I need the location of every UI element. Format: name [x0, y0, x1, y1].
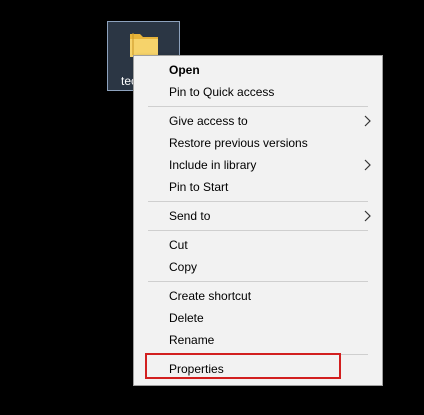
menu-item-pin-to-quick-access[interactable]: Pin to Quick access: [134, 81, 382, 103]
menu-item-label: Cut: [169, 238, 188, 252]
menu-item-label: Give access to: [169, 114, 248, 128]
menu-separator: [148, 230, 368, 231]
chevron-right-icon: [364, 115, 371, 127]
menu-separator: [148, 106, 368, 107]
menu-item-label: Copy: [169, 260, 198, 274]
menu-item-label: Include in library: [169, 158, 257, 172]
menu-item-label: Restore previous versions: [169, 136, 308, 150]
menu-item-label: Pin to Quick access: [169, 85, 275, 99]
menu-item-label: Send to: [169, 209, 211, 223]
menu-item-pin-to-start[interactable]: Pin to Start: [134, 176, 382, 198]
chevron-right-icon: [364, 159, 371, 171]
menu-item-rename[interactable]: Rename: [134, 329, 382, 351]
menu-separator: [148, 201, 368, 202]
menu-item-copy[interactable]: Copy: [134, 256, 382, 278]
menu-item-label: Open: [169, 63, 200, 77]
chevron-right-icon: [364, 210, 371, 222]
menu-item-restore-previous-versions[interactable]: Restore previous versions: [134, 132, 382, 154]
menu-item-open[interactable]: Open: [134, 59, 382, 81]
menu-separator: [148, 281, 368, 282]
menu-item-delete[interactable]: Delete: [134, 307, 382, 329]
menu-item-label: Rename: [169, 333, 215, 347]
context-menu: Open Pin to Quick access Give access to Res…: [133, 55, 383, 386]
menu-item-label: Create shortcut: [169, 289, 252, 303]
menu-item-send-to[interactable]: Send to: [134, 205, 382, 227]
desktop: tec Open Pin to Quick access Give access t…: [0, 0, 424, 415]
menu-item-label: Properties: [169, 362, 224, 376]
menu-separator: [148, 354, 368, 355]
menu-item-give-access-to[interactable]: Give access to: [134, 110, 382, 132]
menu-item-properties[interactable]: Properties: [134, 358, 382, 380]
menu-item-cut[interactable]: Cut: [134, 234, 382, 256]
menu-item-create-shortcut[interactable]: Create shortcut: [134, 285, 382, 307]
menu-item-label: Delete: [169, 311, 204, 325]
menu-item-include-in-library[interactable]: Include in library: [134, 154, 382, 176]
menu-item-label: Pin to Start: [169, 180, 229, 194]
